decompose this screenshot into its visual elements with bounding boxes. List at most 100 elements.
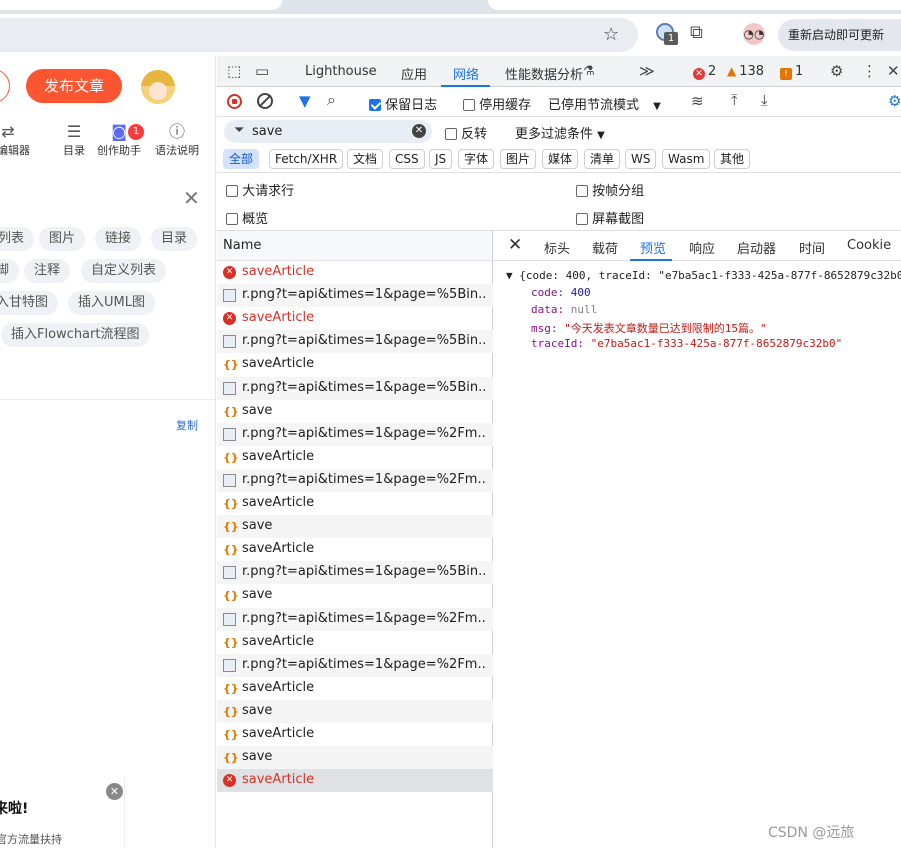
json-summary[interactable]: ▼ {code: 400, traceId: "e7ba5ac1-f333-42… [506,269,901,282]
type-font[interactable]: 字体 [458,149,495,169]
request-row[interactable]: {} save [217,746,493,770]
type-js[interactable]: JS [429,149,453,169]
settings-gear-icon[interactable]: ⚙ [830,62,843,80]
close-detail-icon[interactable]: ✕ [508,235,522,255]
insert-footnote-chip[interactable]: 脚 [0,259,20,283]
request-row[interactable]: r.png?t=api&times=1&page=%5Bin... [217,561,493,585]
import-har-icon[interactable]: ⤒ [731,91,738,109]
tab-initiator[interactable]: 启动器 [737,238,776,257]
request-row[interactable]: ✕ saveArticle [217,769,493,793]
request-row[interactable]: r.png?t=api&times=1&page=%2Fm... [217,422,493,446]
insert-uml-chip[interactable]: 插入UML图 [68,291,155,315]
overview-checkbox[interactable]: 概览 [226,208,268,227]
toolbar-switch-editor[interactable]: ⇄ 本编辑器 [0,122,30,158]
request-row[interactable]: {} save [217,584,493,607]
tab-performance-insights[interactable]: 性能数据分析 [505,64,583,83]
extensions-puzzle-icon[interactable]: ⧉ [690,22,703,43]
more-tabs-icon[interactable]: ≫ [639,62,655,80]
network-settings-icon[interactable]: ⚙ [888,92,901,110]
type-css[interactable]: CSS [389,149,425,169]
type-media[interactable]: 媒体 [542,149,579,169]
request-row[interactable]: {} saveArticle [217,723,493,746]
browser-tab[interactable] [488,0,901,10]
insert-image-chip[interactable]: 图片 [39,227,86,251]
more-options-icon[interactable]: ⋮ [862,62,877,80]
type-manifest[interactable]: 清单 [584,149,621,169]
promo-close-icon[interactable]: ✕ [106,783,123,800]
save-draft-button[interactable] [0,69,10,103]
address-bar[interactable] [0,18,638,52]
issue-count[interactable]: ! 1 [780,64,803,80]
insert-flowchart-chip[interactable]: 插入Flowchart流程图 [1,323,150,347]
toolbar-syntax-help[interactable]: ⓘ 语法说明 [155,122,199,158]
clear-filter-icon[interactable]: ✕ [412,124,426,138]
type-doc[interactable]: 文档 [347,149,384,169]
big-request-rows-checkbox[interactable]: 大请求行 [226,180,294,199]
request-row[interactable]: {} saveArticle [217,446,493,469]
type-fetch-xhr[interactable]: Fetch/XHR [269,149,344,169]
tab-payload[interactable]: 载荷 [592,238,618,257]
more-filters-dropdown[interactable]: 更多过滤条件 ▼ [515,123,605,142]
tab-preview[interactable]: 预览 [640,238,666,257]
export-har-icon[interactable]: ⤓ [761,91,768,109]
request-row[interactable]: {} saveArticle [217,538,493,561]
request-row[interactable]: r.png?t=api&times=1&page=%2Fm... [217,653,493,677]
tab-cookies[interactable]: Cookie [847,238,891,253]
inspect-element-icon[interactable]: ⬚ [227,62,241,80]
disable-cache-checkbox[interactable]: 停用缓存 [463,94,531,113]
tab-headers[interactable]: 标头 [544,238,570,257]
clear-icon[interactable] [257,93,273,109]
device-toolbar-icon[interactable]: ▭ [255,62,269,80]
tab-response[interactable]: 响应 [689,238,715,257]
request-row[interactable]: r.png?t=api&times=1&page=%2Fm... [217,607,493,631]
insert-comment-chip[interactable]: 注释 [24,259,71,283]
toolbar-toc[interactable]: ☰ 目录 [63,122,85,158]
insert-custom-list-chip[interactable]: 自定义列表 [81,259,167,283]
request-row[interactable]: ✕ saveArticle [217,261,493,284]
type-other[interactable]: 其他 [714,149,751,169]
tab-timing[interactable]: 时间 [799,238,825,257]
warning-count[interactable]: ▲ 138 [727,64,764,79]
profile-avatar-icon[interactable]: ◔◔ [743,23,765,45]
group-by-frame-checkbox[interactable]: 按帧分组 [576,180,644,199]
request-row[interactable]: ✕ saveArticle [217,307,493,330]
preserve-log-checkbox[interactable]: 保留日志 [369,94,437,113]
request-row[interactable]: {} save [217,400,493,423]
type-img[interactable]: 图片 [500,149,537,169]
bookmark-star-icon[interactable]: ☆ [603,24,619,45]
close-devtools-icon[interactable]: ✕ [887,62,900,80]
request-row[interactable]: {} save [217,699,493,723]
publish-button[interactable]: 发布文章 [26,69,122,103]
insert-toc-chip[interactable]: 目录 [151,227,198,251]
filter-icon[interactable]: ▼ [299,92,311,110]
tab-network[interactable]: 网络 [453,64,479,83]
type-ws[interactable]: WS [625,149,657,169]
screenshots-checkbox[interactable]: 屏幕截图 [576,208,644,227]
request-row[interactable]: {} saveArticle [217,631,493,654]
insert-list-chip[interactable]: 列表 [0,227,35,251]
copy-link[interactable]: 复制 [176,417,198,433]
avatar[interactable] [141,70,175,104]
insert-link-chip[interactable]: 链接 [95,227,142,251]
insert-gantt-chip[interactable]: 入甘特图 [0,291,59,315]
request-row[interactable]: r.png?t=api&times=1&page=%5Bin... [217,284,493,308]
update-button[interactable]: 重新启动即可更新 [778,19,901,51]
request-row[interactable]: {} save [217,515,493,539]
record-icon[interactable] [227,94,242,109]
close-icon[interactable]: ✕ [183,186,200,210]
filter-input[interactable]: ⏷ save ✕ [224,120,432,143]
throttling-select[interactable]: 已停用节流模式 ▼ [548,94,661,113]
request-row[interactable]: r.png?t=api&times=1&page=%5Bin... [217,330,493,354]
network-conditions-icon[interactable]: ≋ [691,92,704,110]
request-row[interactable]: r.png?t=api&times=1&page=%5Bin... [217,376,493,400]
request-row[interactable]: {} saveArticle [217,492,493,515]
browser-tab[interactable] [0,0,282,10]
search-icon[interactable]: ⌕ [327,90,336,110]
type-wasm[interactable]: Wasm [662,149,711,169]
extension-icon[interactable]: 1 [656,23,678,45]
request-row[interactable]: {} saveArticle [217,353,493,376]
tab-lighthouse[interactable]: Lighthouse [305,64,377,79]
request-row[interactable]: r.png?t=api&times=1&page=%2Fm... [217,468,493,492]
error-count[interactable]: ✕ 2 [693,64,716,80]
type-all[interactable]: 全部 [223,149,260,169]
